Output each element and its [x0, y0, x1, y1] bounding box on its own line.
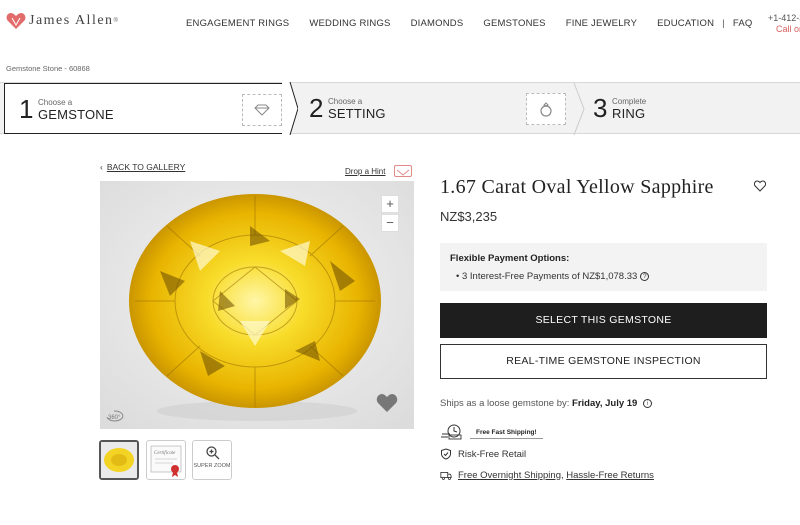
nav-gemstones[interactable]: GEMSTONES	[483, 18, 545, 29]
thumb-certificate[interactable]: Certificate	[146, 440, 186, 480]
step-big-label: SETTING	[328, 106, 386, 121]
question-icon[interactable]: ?	[640, 271, 650, 281]
step-big-label: RING	[612, 106, 646, 121]
contact-info: +1-412-3 Call or	[768, 13, 800, 34]
payment-line: • 3 Interest-Free Payments of NZ$1,078.3…	[456, 271, 650, 282]
rotate-360-icon[interactable]: 360°	[104, 407, 124, 423]
step-icon-box	[242, 94, 282, 126]
gemstone-inspection-button[interactable]: REAL-TIME GEMSTONE INSPECTION	[440, 344, 767, 379]
ring-icon	[540, 102, 552, 117]
overnight-shipping-link[interactable]: Free Overnight Shipping	[458, 470, 561, 481]
super-zoom-label: SUPER ZOOM	[193, 463, 231, 469]
thumb-super-zoom[interactable]: SUPER ZOOM	[192, 440, 232, 480]
main-nav: ENGAGEMENT RINGS WEDDING RINGS DIAMONDS …	[186, 18, 772, 29]
envelope-icon[interactable]	[394, 165, 412, 177]
shipping-returns-feature: Free Overnight Shipping, Hassle-Free Ret…	[440, 469, 654, 481]
nav-diamonds[interactable]: DIAMONDS	[411, 18, 464, 29]
nav-engagement-rings[interactable]: ENGAGEMENT RINGS	[186, 18, 289, 29]
step-small-label: Choose a	[328, 97, 363, 106]
back-label: BACK TO GALLERY	[106, 162, 186, 172]
back-to-gallery-link[interactable]: ‹ BACK TO GALLERY	[100, 162, 185, 172]
zoom-out-button[interactable]: −	[381, 214, 399, 232]
risk-free-feature: Risk-Free Retail	[440, 448, 526, 460]
brand-name: James Allen	[29, 13, 114, 28]
site-header: James Allen ® ENGAGEMENT RINGS WEDDING RI…	[0, 0, 800, 48]
step-progress-bar: 1 Choose a GEMSTONE 2 Choose a SETTING 3…	[0, 82, 800, 135]
save-heart-icon[interactable]	[754, 180, 766, 192]
wishlist-heart-icon[interactable]	[376, 393, 398, 413]
shield-check-icon	[441, 448, 451, 460]
product-price: NZ$3,235	[440, 209, 498, 224]
installment-text: 3 Interest-Free Payments of NZ$1,078.33	[461, 271, 638, 282]
info-icon[interactable]: i	[642, 398, 652, 408]
nav-education[interactable]: EDUCATION	[657, 18, 714, 29]
thumb-gem-photo[interactable]	[99, 440, 139, 480]
gem-image-viewer[interactable]: 360°	[100, 181, 414, 429]
step-small-label: Choose a	[38, 98, 73, 107]
step-icon-box	[526, 93, 566, 125]
fast-shipping-label: Free Fast Shipping!	[470, 426, 543, 439]
payment-options-box: Flexible Payment Options: • 3 Interest-F…	[440, 243, 767, 291]
step-arrow	[282, 82, 298, 135]
nav-faq[interactable]: FAQ	[733, 18, 753, 29]
yellow-sapphire-image	[100, 181, 414, 429]
call-or-order[interactable]: Call or	[776, 24, 800, 34]
registered-mark: ®	[113, 18, 118, 24]
returns-link[interactable]: Hassle-Free Returns	[566, 470, 654, 481]
diamond-icon	[254, 104, 270, 116]
chevron-left-icon: ‹	[100, 162, 103, 172]
step-number: 1	[19, 94, 34, 124]
heart-logo-icon	[6, 13, 26, 29]
select-gemstone-button[interactable]: SELECT THIS GEMSTONE	[440, 303, 767, 338]
zoom-in-button[interactable]: +	[381, 195, 399, 213]
step-big-label: GEMSTONE	[38, 107, 114, 122]
breadcrumb: Gemstone Stone - 60868	[6, 64, 90, 73]
step-choose-gemstone[interactable]: 1 Choose a GEMSTONE	[4, 83, 290, 134]
ships-by-text: Ships as a loose gemstone by: Friday, Ju…	[440, 398, 652, 409]
certificate-icon: Certificate	[150, 445, 182, 477]
truck-clock-icon	[441, 424, 462, 440]
certificate-text: Certificate	[154, 451, 176, 456]
nav-separator: |	[722, 18, 725, 29]
product-title: 1.67 Carat Oval Yellow Sapphire	[440, 176, 714, 198]
fast-shipping-badge: Free Fast Shipping!	[440, 424, 543, 441]
step-small-label: Complete	[612, 97, 647, 106]
brand-logo[interactable]: James Allen ®	[6, 12, 118, 30]
step-number: 3	[593, 93, 608, 123]
payment-title: Flexible Payment Options:	[450, 253, 570, 264]
gem-thumbnail	[101, 442, 137, 478]
ships-date: Friday, July 19	[572, 398, 638, 409]
risk-free-label: Risk-Free Retail	[458, 448, 527, 460]
drop-a-hint-link[interactable]: Drop a Hint	[345, 167, 385, 176]
magnifier-icon	[206, 446, 220, 460]
step-number: 2	[309, 93, 324, 123]
nav-wedding-rings[interactable]: WEDDING RINGS	[309, 18, 390, 29]
ships-prefix: Ships as a loose gemstone by:	[440, 398, 570, 409]
step-divider	[573, 83, 585, 135]
truck-icon	[440, 472, 452, 480]
rotate-label: 360°	[108, 415, 121, 421]
phone-number[interactable]: +1-412-3	[768, 13, 800, 23]
nav-fine-jewelry[interactable]: FINE JEWELRY	[566, 18, 637, 29]
